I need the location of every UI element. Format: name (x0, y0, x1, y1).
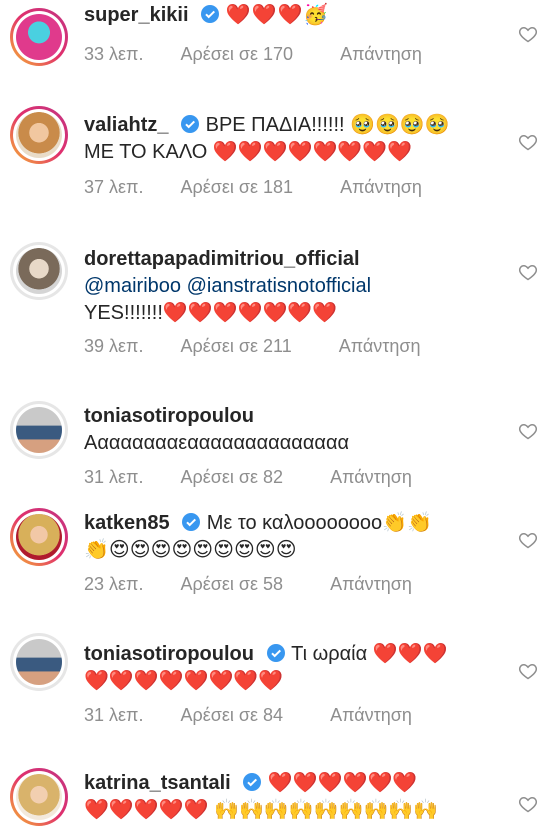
avatar[interactable] (10, 508, 68, 566)
comment-username[interactable]: katrina_tsantali (84, 772, 231, 794)
comment-text-line2: ❤️❤️❤️❤️❤️❤️❤️❤️ (84, 670, 284, 692)
verified-badge-icon (243, 773, 262, 791)
comment-time: 39 λεπ. (84, 336, 144, 356)
reply-button[interactable]: Απάντηση (340, 44, 422, 65)
heart-outline-icon[interactable] (518, 421, 538, 441)
comment-text-line2: 👏😍😍😍😍😍😍😍😍😍 (84, 539, 297, 561)
heart-outline-icon[interactable] (518, 132, 538, 152)
heart-outline-icon[interactable] (518, 661, 538, 681)
comment-username[interactable]: toniasotiropoulou (84, 405, 254, 427)
mention-link[interactable]: @ianstratisnotofficial (187, 275, 371, 297)
comment-text: ❤️❤️❤️🥳 (225, 4, 330, 26)
comment-meta: 31 λεπ. Αρέσει σε 84 Απάντηση (84, 705, 412, 726)
comment-username[interactable]: toniasotiropoulou (84, 643, 254, 665)
reply-button[interactable]: Απάντηση (340, 177, 422, 198)
comment-likes[interactable]: Αρέσει σε 181 (180, 177, 293, 198)
avatar[interactable] (10, 106, 68, 164)
comment-meta: 31 λεπ. Αρέσει σε 82 Απάντηση (84, 467, 412, 488)
verified-badge-icon (182, 513, 201, 531)
comment-text-line2: ΜΕ ΤΟ ΚΑΛΟ ❤️❤️❤️❤️❤️❤️❤️❤️ (84, 141, 413, 163)
avatar[interactable] (10, 768, 68, 826)
comment-time: 23 λεπ. (84, 574, 144, 594)
reply-button[interactable]: Απάντηση (330, 705, 412, 726)
comment-username[interactable]: super_kikii (84, 4, 189, 26)
verified-badge-icon (201, 5, 220, 23)
comment-text: ΒΡΕ ΠΑΔΙΑ!!!!!! 🥹🥹🥹🥹 (205, 114, 450, 136)
comment-likes[interactable]: Αρέσει σε 170 (180, 44, 293, 65)
comment-text-line2: YES!!!!!!!❤️❤️❤️❤️❤️❤️❤️ (84, 302, 338, 324)
reply-button[interactable]: Απάντηση (330, 574, 412, 595)
comment-likes[interactable]: Αρέσει σε 84 (180, 705, 283, 726)
comment-time: 33 λεπ. (84, 44, 144, 64)
comment-likes[interactable]: Αρέσει σε 58 (180, 574, 283, 595)
heart-outline-icon[interactable] (518, 530, 538, 550)
comment-time: 31 λεπ. (84, 705, 144, 725)
comment-meta: 39 λεπ. Αρέσει σε 211 Απάντηση (84, 336, 421, 357)
comment-likes[interactable]: Αρέσει σε 211 (180, 336, 291, 357)
avatar[interactable] (10, 401, 68, 459)
comment-meta: 33 λεπ. Αρέσει σε 170 Απάντηση (84, 44, 422, 65)
comment-time: 31 λεπ. (84, 467, 144, 487)
verified-badge-icon (266, 644, 285, 662)
comment-text-line2: ❤️❤️❤️❤️❤️ 🙌🙌🙌🙌🙌🙌🙌🙌🙌 (84, 799, 439, 821)
comment-meta: 23 λεπ. Αρέσει σε 58 Απάντηση (84, 574, 412, 595)
heart-outline-icon[interactable] (518, 262, 538, 282)
comment-likes[interactable]: Αρέσει σε 82 (180, 467, 283, 488)
comment-text: Τι ωραία ❤️❤️❤️ (291, 643, 448, 665)
verified-badge-icon (181, 115, 200, 133)
comment-text: ❤️❤️❤️❤️❤️❤️ (267, 772, 418, 794)
comment-meta: 37 λεπ. Αρέσει σε 181 Απάντηση (84, 177, 422, 198)
mention-link[interactable]: @mairiboo (84, 275, 181, 297)
reply-button[interactable]: Απάντηση (330, 467, 412, 488)
avatar[interactable] (10, 8, 68, 66)
comment-text: Με το καλοοοοοοοο👏👏 (206, 512, 432, 534)
comment-username[interactable]: katken85 (84, 512, 170, 534)
avatar[interactable] (10, 633, 68, 691)
heart-outline-icon[interactable] (518, 794, 538, 814)
comment-time: 37 λεπ. (84, 177, 144, 197)
reply-button[interactable]: Απάντηση (339, 336, 421, 357)
comment-username[interactable]: valiahtz_ (84, 114, 168, 136)
comment-text: Ααααααααεαααααααααααααα (84, 432, 350, 454)
comment-username[interactable]: dorettapapadimitriou_official (84, 248, 360, 270)
avatar[interactable] (10, 242, 68, 300)
heart-outline-icon[interactable] (518, 24, 538, 44)
